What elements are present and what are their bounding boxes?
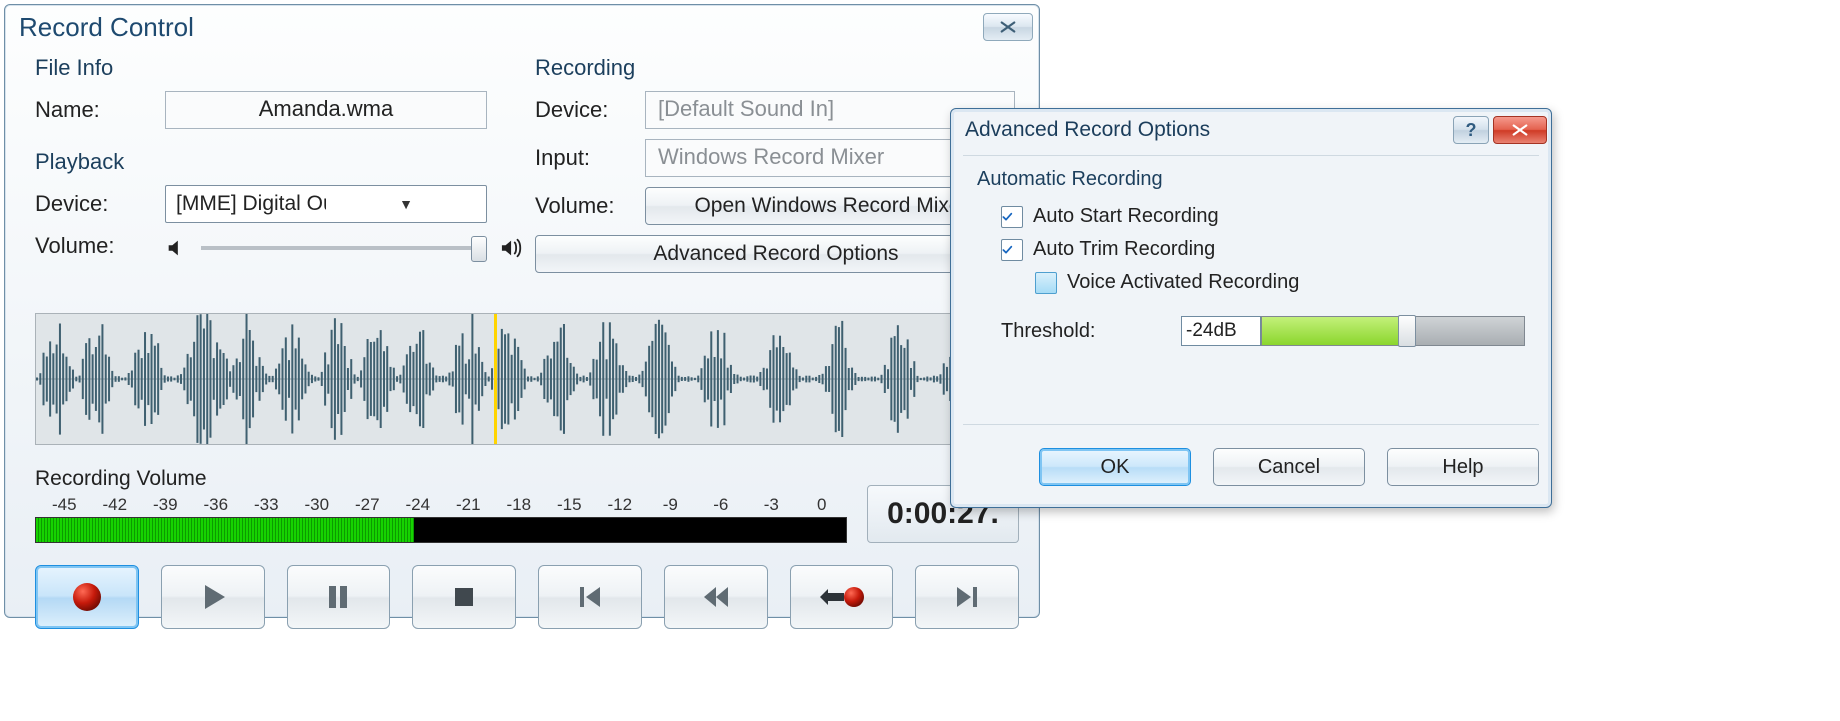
meter-tick: 0: [797, 495, 848, 515]
meter-tick: -36: [191, 495, 242, 515]
automatic-recording-group-label: Automatic Recording: [977, 168, 1525, 191]
waveform-svg: [36, 314, 1018, 444]
slider-thumb[interactable]: [471, 236, 487, 262]
record-button[interactable]: [35, 565, 139, 629]
next-button[interactable]: [915, 565, 1019, 629]
chevron-down-icon: ▼: [326, 196, 486, 212]
recording-device-label: Device:: [535, 97, 645, 123]
advanced-record-options-button[interactable]: Advanced Record Options: [535, 235, 1017, 273]
skip-start-icon: [572, 579, 608, 615]
advanced-record-options-window: Advanced Record Options ? Automatic Reco…: [950, 108, 1552, 508]
file-name-value: Amanda.wma: [165, 91, 487, 129]
transport-bar: [35, 565, 1019, 629]
recording-group-label: Recording: [535, 55, 1015, 81]
close-icon: [1511, 123, 1529, 137]
meter-tick: -6: [696, 495, 747, 515]
meter-tick: -12: [595, 495, 646, 515]
meter-tick: -39: [140, 495, 191, 515]
file-info-group-label: File Info: [35, 55, 525, 81]
speaker-high-icon: [499, 237, 525, 259]
pause-icon: [320, 579, 356, 615]
record-title-bar: Record Control: [5, 5, 1039, 49]
meter-tick: -21: [443, 495, 494, 515]
previous-button[interactable]: [538, 565, 642, 629]
threshold-slider[interactable]: [1261, 316, 1525, 346]
recording-input-label: Input:: [535, 145, 645, 171]
rewind-icon: [698, 579, 734, 615]
rewind-button[interactable]: [664, 565, 768, 629]
threshold-label: Threshold:: [1001, 320, 1181, 343]
close-icon: [999, 20, 1017, 34]
playback-device-dropdown[interactable]: [MME] Digital Output Device ▼: [165, 185, 487, 223]
waveform-display[interactable]: [35, 313, 1019, 445]
meter-scale: -45-42-39-36-33-30-27-24-21-18-15-12-9-6…: [35, 495, 847, 515]
playhead[interactable]: [494, 314, 497, 444]
auto-trim-recording-checkbox[interactable]: Auto Trim Recording: [1001, 238, 1525, 261]
ok-button[interactable]: OK: [1039, 448, 1191, 486]
recording-volume-label: Volume:: [535, 193, 645, 219]
adv-help-button[interactable]: ?: [1453, 116, 1489, 144]
playback-volume-label: Volume:: [35, 233, 145, 259]
auto-start-recording-label: Auto Start Recording: [1033, 205, 1219, 228]
record-icon: [69, 579, 105, 615]
meter-tick: -15: [544, 495, 595, 515]
meter-tick: -30: [292, 495, 343, 515]
meter-green-segment: [36, 518, 414, 542]
voice-activated-recording-label: Voice Activated Recording: [1067, 271, 1299, 294]
adv-window-title: Advanced Record Options: [965, 118, 1449, 142]
stop-button[interactable]: [412, 565, 516, 629]
file-name-label: Name:: [35, 97, 145, 123]
auto-start-recording-checkbox[interactable]: Auto Start Recording: [1001, 205, 1525, 228]
threshold-thumb[interactable]: [1398, 315, 1416, 347]
playback-volume-slider[interactable]: [201, 246, 485, 250]
playback-device-value: [MME] Digital Output Device: [166, 192, 326, 216]
speaker-low-icon: [165, 237, 187, 259]
goto-record-button[interactable]: [790, 565, 894, 629]
meter-tick: -42: [90, 495, 141, 515]
play-button[interactable]: [161, 565, 265, 629]
meter-black-segment: [414, 518, 846, 542]
checkbox-icon: [1035, 272, 1057, 294]
adv-title-bar: Advanced Record Options ?: [955, 113, 1547, 147]
auto-trim-recording-label: Auto Trim Recording: [1033, 238, 1215, 261]
skip-end-icon: [949, 579, 985, 615]
voice-activated-recording-checkbox[interactable]: Voice Activated Recording: [1035, 271, 1525, 294]
recording-volume-title: Recording Volume: [35, 467, 847, 491]
meter-tick: -9: [645, 495, 696, 515]
checkbox-icon: [1001, 239, 1023, 261]
meter-tick: -18: [494, 495, 545, 515]
meter-tick: -45: [39, 495, 90, 515]
threshold-value[interactable]: -24dB: [1181, 316, 1261, 346]
threshold-grey-segment: [1406, 317, 1524, 345]
stop-icon: [446, 579, 482, 615]
pause-button[interactable]: [287, 565, 391, 629]
record-control-window: Record Control File Info Name: Amanda.wm…: [4, 4, 1040, 618]
playback-device-label: Device:: [35, 191, 145, 217]
playback-group-label: Playback: [35, 149, 525, 175]
meter-tick: -27: [342, 495, 393, 515]
checkbox-icon: [1001, 206, 1023, 228]
help-button[interactable]: Help: [1387, 448, 1539, 486]
meter-tick: -24: [393, 495, 444, 515]
meter-tick: -33: [241, 495, 292, 515]
meter-tick: -3: [746, 495, 797, 515]
record-close-button[interactable]: [983, 13, 1033, 41]
cancel-button[interactable]: Cancel: [1213, 448, 1365, 486]
record-window-title: Record Control: [19, 12, 983, 43]
adv-close-button[interactable]: [1493, 116, 1547, 144]
recording-volume-meter: [35, 517, 847, 543]
arrow-to-record-icon: [816, 579, 866, 615]
threshold-green-segment: [1262, 317, 1406, 345]
play-icon: [195, 579, 231, 615]
